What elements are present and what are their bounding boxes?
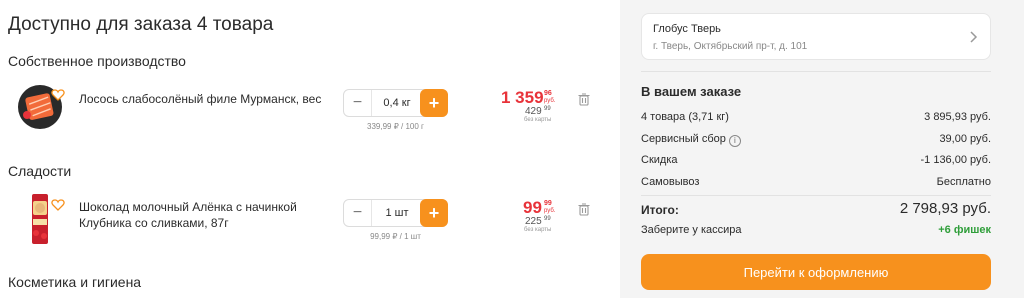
- product-name[interactable]: Шоколад молочный Алёнка с начинкой Клубн…: [79, 199, 297, 231]
- store-name: Глобус Тверь: [653, 23, 721, 35]
- plus-icon: +: [428, 202, 440, 223]
- section-title-cosmetics: Косметика и гигиена: [8, 274, 142, 290]
- discount-value: -1 136,00 руб.: [920, 154, 991, 166]
- price-currency: руб.: [544, 98, 556, 104]
- minus-icon: −: [352, 204, 363, 221]
- pickup-value: Бесплатно: [936, 176, 991, 188]
- product-name-line: Клубника со сливками, 87г: [79, 216, 229, 230]
- old-price-main: 225: [525, 216, 542, 227]
- info-icon[interactable]: i: [728, 135, 741, 147]
- service-fee-label: Сервисный сбор i: [641, 133, 741, 147]
- trash-icon[interactable]: [577, 202, 591, 216]
- quantity-value[interactable]: 1 шт: [372, 200, 422, 226]
- quantity-stepper: − 1 шт +: [343, 199, 448, 227]
- divider: [641, 195, 991, 196]
- quantity-stepper: − 0,4 кг +: [343, 89, 448, 117]
- section-title-sweets: Сладости: [8, 163, 72, 179]
- plus-icon: +: [428, 92, 440, 113]
- total-label: Итого:: [641, 203, 679, 217]
- chevron-right-icon: [970, 31, 978, 43]
- price-cents: 96: [544, 90, 552, 97]
- divider: [641, 71, 991, 72]
- no-card-note: без карты: [524, 227, 552, 233]
- trash-icon[interactable]: [577, 92, 591, 106]
- store-selector[interactable]: Глобус Тверь г. Тверь, Октябрьский пр-т,…: [641, 13, 991, 60]
- plus-button[interactable]: +: [420, 199, 448, 227]
- service-fee-value: 39,00 руб.: [939, 133, 991, 145]
- old-price-cents: 99: [544, 216, 551, 222]
- section-title-own-production: Собственное производство: [8, 53, 186, 69]
- summary-items-value: 3 895,93 руб.: [924, 111, 991, 123]
- price-main: 1 359: [501, 88, 544, 107]
- summary-items-label: 4 товара (3,71 кг): [641, 111, 729, 123]
- bonus-value: +6 фишек: [938, 224, 991, 236]
- minus-icon: −: [352, 94, 363, 111]
- old-price-main: 429: [525, 106, 542, 117]
- checkout-button[interactable]: Перейти к оформлению: [641, 254, 991, 290]
- heart-icon[interactable]: [51, 198, 65, 212]
- cashier-label: Заберите у кассира: [641, 224, 742, 236]
- unit-price: 99,99 ₽ / 1 шт: [370, 232, 421, 241]
- heart-icon[interactable]: [51, 88, 65, 102]
- product-name[interactable]: Лосось слабосолёный филе Мурманск, вес: [79, 91, 321, 107]
- unit-price: 339,99 ₽ / 100 г: [367, 122, 424, 131]
- pickup-label: Самовывоз: [641, 176, 700, 188]
- minus-button[interactable]: −: [344, 90, 372, 116]
- quantity-value[interactable]: 0,4 кг: [372, 90, 422, 116]
- plus-button[interactable]: +: [420, 89, 448, 117]
- cart-panel: Доступно для заказа 4 товара Собственное…: [0, 0, 620, 298]
- price-currency: руб.: [544, 208, 556, 214]
- minus-button[interactable]: −: [344, 200, 372, 226]
- price-cents: 99: [544, 200, 552, 207]
- discount-label: Скидка: [641, 154, 678, 166]
- order-summary-title: В вашем заказе: [641, 84, 742, 99]
- old-price-cents: 99: [544, 106, 551, 112]
- service-fee-text: Сервисный сбор: [641, 133, 726, 145]
- total-value: 2 798,93 руб.: [899, 200, 991, 217]
- store-address: г. Тверь, Октябрьский пр-т, д. 101: [653, 41, 808, 52]
- no-card-note: без карты: [524, 117, 552, 123]
- price-main: 99: [523, 198, 542, 217]
- page-title: Доступно для заказа 4 товара: [8, 14, 274, 35]
- product-name-line: Шоколад молочный Алёнка с начинкой: [79, 200, 297, 214]
